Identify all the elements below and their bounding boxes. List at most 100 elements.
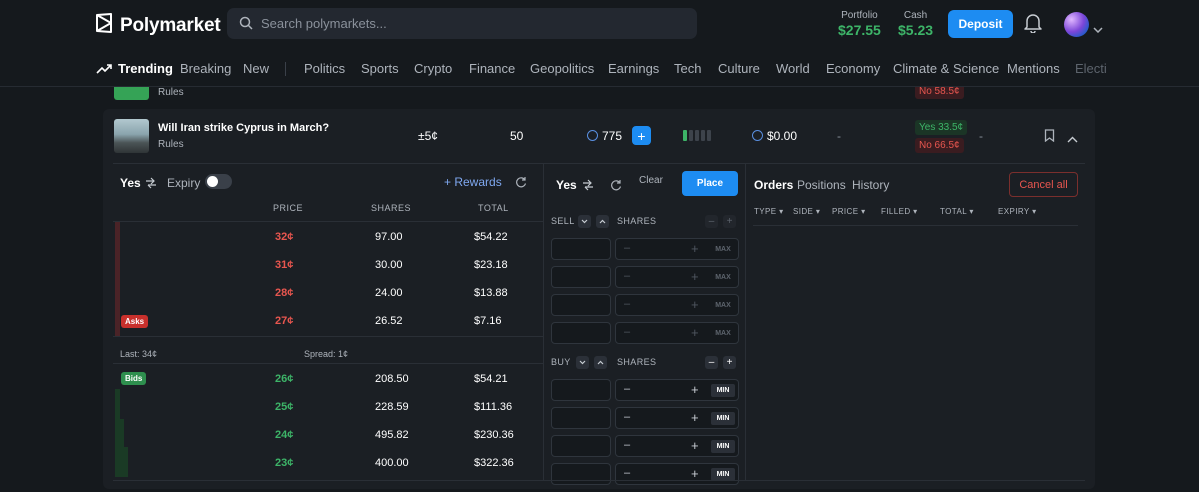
- minus-button[interactable]: –: [624, 270, 630, 282]
- column-header-total[interactable]: TOTAL ▾: [940, 207, 974, 216]
- tab-orders[interactable]: Orders: [754, 178, 793, 192]
- nav-item-culture[interactable]: Culture: [718, 61, 760, 76]
- ask-row[interactable]: 31¢ 30.00 $23.18: [113, 250, 543, 278]
- market-title[interactable]: Will Iran strike Cyprus in March?: [158, 122, 329, 134]
- portfolio-stat[interactable]: Portfolio $27.55: [838, 10, 881, 38]
- refresh-icon[interactable]: [610, 178, 622, 196]
- no-price-badge[interactable]: No 58.5¢: [915, 87, 964, 99]
- nav-item-trending[interactable]: Trending: [118, 61, 173, 76]
- increase-all-button[interactable]: +: [723, 215, 736, 228]
- place-button[interactable]: Place: [682, 171, 738, 196]
- buy-shares-stepper[interactable]: – + MIN: [615, 463, 739, 485]
- chevron-down-icon[interactable]: [1093, 20, 1103, 38]
- column-header-filled[interactable]: FILLED ▾: [881, 207, 918, 216]
- outcome-label[interactable]: Yes: [556, 178, 577, 192]
- sell-price-input[interactable]: [551, 322, 611, 344]
- sell-shares-stepper[interactable]: – + MAX: [615, 294, 739, 316]
- bid-row[interactable]: 26¢ 208.50 $54.21: [113, 364, 543, 392]
- max-button[interactable]: MAX: [711, 327, 735, 340]
- buy-shares-stepper[interactable]: – + MIN: [615, 435, 739, 457]
- plus-button[interactable]: +: [691, 466, 699, 481]
- plus-button[interactable]: +: [691, 410, 699, 425]
- swap-icon[interactable]: [145, 176, 157, 194]
- rewards-button[interactable]: + Rewards: [444, 175, 502, 189]
- tab-positions[interactable]: Positions: [797, 178, 846, 192]
- plus-button[interactable]: +: [691, 382, 699, 397]
- cancel-all-button[interactable]: Cancel all: [1009, 172, 1078, 197]
- rules-link[interactable]: Rules: [158, 87, 184, 98]
- sell-shares-stepper[interactable]: – + MAX: [615, 266, 739, 288]
- minus-button[interactable]: –: [624, 383, 630, 395]
- buy-price-input[interactable]: [551, 379, 611, 401]
- chevron-down-icon[interactable]: [578, 215, 591, 228]
- max-button[interactable]: MAX: [711, 299, 735, 312]
- plus-button[interactable]: +: [691, 241, 699, 256]
- market-row[interactable]: Will Iran strike Cyprus in March? Rules …: [103, 109, 1095, 163]
- add-button[interactable]: +: [632, 126, 651, 145]
- min-button[interactable]: MIN: [711, 440, 735, 453]
- nav-item-geopolitics[interactable]: Geopolitics: [530, 61, 594, 76]
- sell-price-input[interactable]: [551, 238, 611, 260]
- sell-price-input[interactable]: [551, 294, 611, 316]
- nav-item-economy[interactable]: Economy: [826, 61, 880, 76]
- bid-row[interactable]: 25¢ 228.59 $111.36: [113, 392, 543, 420]
- nav-item-new[interactable]: New: [243, 61, 269, 76]
- column-header-side[interactable]: SIDE ▾: [793, 207, 820, 216]
- bid-row[interactable]: 24¢ 495.82 $230.36: [113, 420, 543, 448]
- nav-item-sports[interactable]: Sports: [361, 61, 399, 76]
- swap-icon[interactable]: [582, 178, 594, 196]
- tab-history[interactable]: History: [852, 178, 889, 192]
- plus-button[interactable]: +: [691, 269, 699, 284]
- minus-button[interactable]: –: [624, 439, 630, 451]
- sell-price-input[interactable]: [551, 266, 611, 288]
- chevron-up-icon[interactable]: [596, 215, 609, 228]
- bell-icon[interactable]: [1024, 13, 1042, 38]
- column-header-expiry[interactable]: EXPIRY ▾: [998, 207, 1037, 216]
- no-price-badge[interactable]: No 66.5¢: [915, 138, 964, 153]
- bookmark-icon[interactable]: [1044, 129, 1055, 147]
- deposit-button[interactable]: Deposit: [948, 10, 1013, 38]
- plus-button[interactable]: +: [691, 297, 699, 312]
- chevron-down-icon[interactable]: [576, 356, 589, 369]
- ask-row[interactable]: 27¢ 26.52 $7.16: [113, 306, 543, 334]
- avatar[interactable]: [1064, 12, 1089, 37]
- sell-shares-stepper[interactable]: – + MAX: [615, 322, 739, 344]
- search-input[interactable]: [261, 8, 681, 39]
- rules-link[interactable]: Rules: [158, 139, 184, 150]
- ask-row[interactable]: 32¢ 97.00 $54.22: [113, 222, 543, 250]
- nav-item-breaking[interactable]: Breaking: [180, 61, 231, 76]
- chevron-up-icon[interactable]: [1067, 130, 1078, 148]
- prev-market-row[interactable]: Rules No 58.5¢: [103, 87, 1095, 105]
- min-button[interactable]: MIN: [711, 384, 735, 397]
- plus-button[interactable]: +: [691, 325, 699, 340]
- chevron-up-icon[interactable]: [594, 356, 607, 369]
- nav-item-crypto[interactable]: Crypto: [414, 61, 452, 76]
- buy-price-input[interactable]: [551, 407, 611, 429]
- nav-item-climate-science[interactable]: Climate & Science: [893, 61, 999, 76]
- buy-price-input[interactable]: [551, 435, 611, 457]
- search-bar[interactable]: [227, 8, 697, 39]
- column-header-price[interactable]: PRICE ▾: [832, 207, 866, 216]
- nav-item-politics[interactable]: Politics: [304, 61, 345, 76]
- increase-all-button[interactable]: +: [723, 356, 736, 369]
- column-header-type[interactable]: TYPE ▾: [754, 207, 784, 216]
- max-button[interactable]: MAX: [711, 271, 735, 284]
- min-button[interactable]: MIN: [711, 412, 735, 425]
- expiry-toggle[interactable]: [205, 174, 232, 189]
- minus-button[interactable]: –: [624, 326, 630, 338]
- nav-item-finance[interactable]: Finance: [469, 61, 515, 76]
- outcome-label[interactable]: Yes: [120, 176, 141, 190]
- minus-button[interactable]: –: [624, 411, 630, 423]
- minus-button[interactable]: –: [624, 467, 630, 479]
- cash-stat[interactable]: Cash $5.23: [898, 10, 933, 38]
- minus-button[interactable]: –: [624, 242, 630, 254]
- nav-item-tech[interactable]: Tech: [674, 61, 701, 76]
- sell-shares-stepper[interactable]: – + MAX: [615, 238, 739, 260]
- nav-item-earnings[interactable]: Earnings: [608, 61, 659, 76]
- buy-shares-stepper[interactable]: – + MIN: [615, 379, 739, 401]
- nav-item-world[interactable]: World: [776, 61, 810, 76]
- nav-item-mentions[interactable]: Mentions: [1007, 61, 1060, 76]
- nav-item-elections[interactable]: Electi: [1075, 61, 1107, 76]
- refresh-icon[interactable]: [515, 175, 527, 193]
- decrease-all-button[interactable]: –: [705, 356, 718, 369]
